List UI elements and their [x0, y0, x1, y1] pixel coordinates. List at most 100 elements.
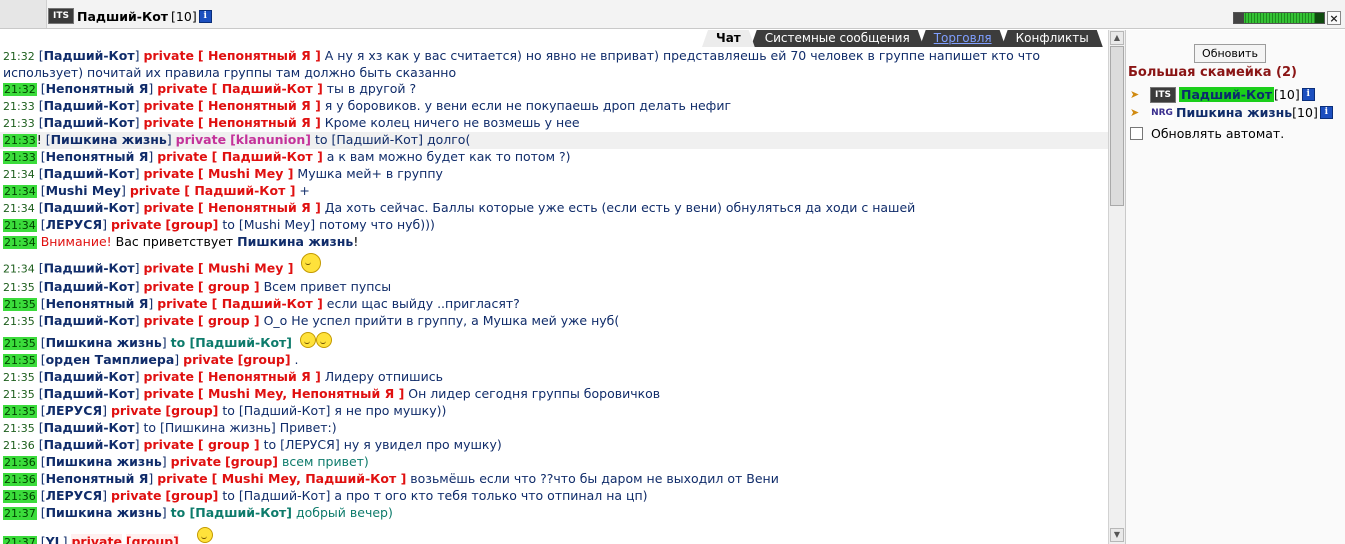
user-info-icon[interactable]: i — [198, 9, 212, 23]
private-target[interactable]: [ Падший-Кот ] — [184, 183, 295, 198]
bench-member-level: [10] — [1292, 105, 1318, 120]
chat-to[interactable]: to [Падший-Кот] — [315, 132, 423, 147]
chat-to[interactable]: to [Падший-Кот] — [222, 488, 330, 503]
chat-sender[interactable]: Падший-Кот — [44, 279, 135, 294]
private-target[interactable]: [ group ] — [198, 279, 260, 294]
chat-message: О_о Не успел прийти в группу, а Мушка ме… — [263, 313, 620, 328]
chat-line: 21:35 [орден Тамплиера] private [group] … — [3, 352, 299, 367]
tab-system-messages[interactable]: Системные сообщения — [751, 30, 924, 47]
private-target[interactable]: [group] — [165, 488, 218, 503]
chat-message: ты в другой ? — [326, 81, 417, 96]
chat-timestamp: 21:34 — [3, 168, 35, 181]
private-target[interactable]: [ Падший-Кот ] — [212, 81, 323, 96]
refresh-button[interactable]: Обновить — [1194, 44, 1266, 63]
chat-timestamp: 21:33 — [3, 151, 37, 164]
scroll-down-icon[interactable]: ▼ — [1110, 528, 1124, 542]
chat-log: 21:32 [Падший-Кот] private [ Непонятный … — [0, 48, 1108, 544]
chat-sender[interactable]: Падший-Кот — [44, 48, 135, 63]
chat-sender[interactable]: Пишкина жизнь — [46, 454, 162, 469]
bench-member-nick[interactable]: Падший-Кот — [1179, 87, 1275, 102]
chat-sender[interactable]: Падший-Кот — [44, 98, 135, 113]
chat-message: + — [299, 183, 310, 198]
tab-conflicts[interactable]: Конфликты — [1002, 30, 1103, 47]
chat-to[interactable]: to [Mushi Mey] — [222, 217, 315, 232]
chat-line: 21:34 [Падший-Кот] private [ Mushi Mey ]… — [3, 166, 443, 181]
private-target[interactable]: [ Падший-Кот ] — [212, 296, 323, 311]
private-label: private — [143, 369, 194, 384]
chat-sender[interactable]: Непонятный Я — [46, 149, 149, 164]
chat-scrollbar[interactable]: ▲ ▼ — [1108, 30, 1125, 544]
chat-sender[interactable]: Падший-Кот — [44, 420, 135, 435]
private-target[interactable]: [group] — [125, 534, 179, 544]
private-target[interactable]: [group] — [238, 352, 291, 367]
private-target[interactable]: [ group ] — [198, 313, 260, 328]
chat-to[interactable]: to [Падший-Кот] — [222, 403, 330, 418]
user-info-icon[interactable]: i — [1301, 88, 1315, 101]
chat-sender[interactable]: Падший-Кот — [44, 313, 135, 328]
hp-bar-cap — [1234, 13, 1244, 23]
chat-sender[interactable]: Падший-Кот — [44, 386, 135, 401]
chat-sender[interactable]: Непонятный Я — [46, 471, 149, 486]
private-target[interactable]: [ Непонятный Я ] — [198, 115, 321, 130]
chat-to[interactable]: to [Падший-Кот] — [171, 335, 292, 350]
chat-sender[interactable]: Падший-Кот — [44, 115, 135, 130]
bench-title: Большая скамейка (2) — [1128, 65, 1297, 80]
user-info-icon[interactable]: i — [1319, 106, 1333, 119]
tab-trade[interactable]: Торговля — [920, 30, 1006, 47]
private-target[interactable]: [group] — [165, 217, 218, 232]
chat-to[interactable]: to [Падший-Кот] — [171, 505, 292, 520]
autorefresh-label: Обновлять автомат. — [1151, 126, 1285, 141]
close-button[interactable]: × — [1327, 11, 1341, 25]
private-target[interactable]: [ Непонятный Я ] — [198, 200, 321, 215]
autorefresh-checkbox[interactable] — [1130, 127, 1143, 140]
private-target[interactable]: [ Mushi Mey, Непонятный Я ] — [198, 386, 404, 401]
clan-badge-icon: ITS — [48, 8, 74, 24]
bench-member-nick[interactable]: Пишкина жизнь — [1176, 105, 1292, 120]
private-target[interactable]: [ Непонятный Я ] — [198, 98, 321, 113]
private-target[interactable]: [ Падший-Кот ] — [212, 149, 323, 164]
autorefresh-toggle[interactable]: Обновлять автомат. — [1130, 126, 1284, 141]
private-label: private — [143, 437, 194, 452]
chat-timestamp: 21:35 — [3, 281, 35, 294]
chat-to[interactable]: to [Пишкина жизнь] — [143, 420, 275, 435]
scroll-thumb[interactable] — [1110, 46, 1124, 206]
chat-sender[interactable]: ЛЕРУСЯ — [46, 217, 103, 232]
chat-sender[interactable]: Падший-Кот — [44, 369, 135, 384]
chat-timestamp: 21:35 — [3, 422, 35, 435]
private-target[interactable]: [klanunion] — [230, 132, 311, 147]
chat-sender[interactable]: Падший-Кот — [44, 437, 135, 452]
chat-sender[interactable]: Пишкина жизнь — [51, 132, 167, 147]
chat-sender[interactable]: YL — [46, 534, 63, 544]
private-target[interactable]: [ group ] — [198, 437, 260, 452]
private-target[interactable]: [ Непонятный Я ] — [198, 369, 321, 384]
chat-sender[interactable]: Непонятный Я — [46, 81, 149, 96]
private-target[interactable]: [ Mushi Mey ] — [198, 166, 294, 181]
chat-sender[interactable]: ЛЕРУСЯ — [46, 488, 103, 503]
chat-sender[interactable]: Пишкина жизнь — [46, 335, 162, 350]
private-target[interactable]: [ Mushi Mey ] — [198, 261, 294, 276]
private-target[interactable]: [group] — [165, 403, 218, 418]
chat-message: я не про мушку)) — [334, 403, 447, 418]
private-label: private — [71, 534, 122, 544]
scroll-up-icon[interactable]: ▲ — [1110, 31, 1124, 45]
chat-message: потому что нуб))) — [319, 217, 435, 232]
chat-line: 21:33 [Падший-Кот] private [ Непонятный … — [3, 98, 732, 113]
welcomed-user[interactable]: Пишкина жизнь — [237, 234, 353, 249]
chat-sender[interactable]: Падший-Кот — [44, 200, 135, 215]
private-target[interactable]: [ Непонятный Я ] — [198, 48, 321, 63]
chat-to[interactable]: to [ЛЕРУСЯ] — [264, 437, 340, 452]
chat-message: долго( — [426, 132, 471, 147]
chat-sender[interactable]: Пишкина жизнь — [46, 505, 162, 520]
private-label: private — [183, 352, 234, 367]
private-label: private — [143, 386, 194, 401]
current-user-nick[interactable]: Падший-Кот — [77, 9, 168, 24]
chat-sender[interactable]: Падший-Кот — [44, 261, 135, 276]
chat-sender[interactable]: Mushi Mey — [46, 183, 121, 198]
private-target[interactable]: [group] — [225, 454, 278, 469]
tab-chat[interactable]: Чат — [702, 30, 755, 47]
private-target[interactable]: [ Mushi Mey, Падший-Кот ] — [212, 471, 407, 486]
chat-sender[interactable]: орден Тамплиера — [46, 352, 175, 367]
chat-sender[interactable]: Непонятный Я — [46, 296, 149, 311]
chat-sender[interactable]: Падший-Кот — [44, 166, 135, 181]
chat-sender[interactable]: ЛЕРУСЯ — [46, 403, 103, 418]
